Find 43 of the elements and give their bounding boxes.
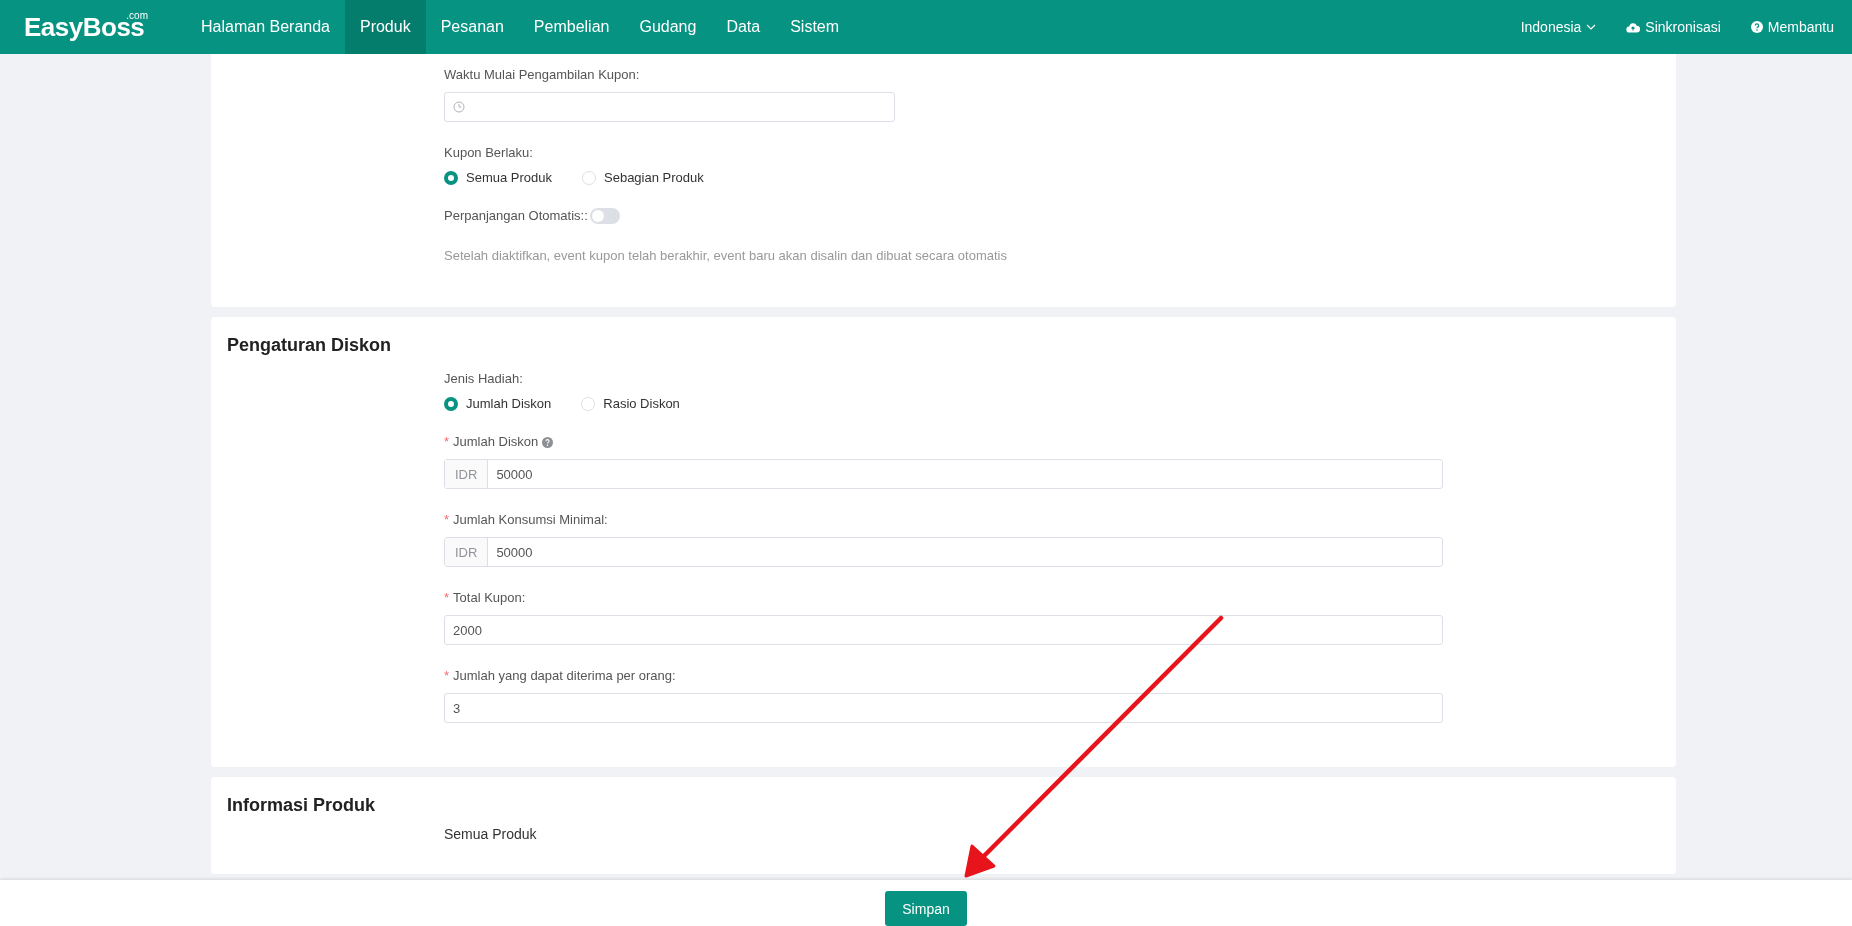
nav-tab[interactable]: Produk (344, 0, 426, 54)
input-field[interactable]: IDR 50000 (444, 537, 1443, 567)
required-mark: * (444, 667, 450, 685)
field-label: Jenis Hadiah: (444, 370, 523, 388)
nav-tab[interactable]: Gudang (624, 0, 712, 54)
nav-tab[interactable]: Sistem (775, 0, 855, 54)
clock-icon (453, 101, 465, 113)
toggle-switch[interactable] (589, 208, 620, 224)
radio-option[interactable]: Sebagian Produk (582, 170, 704, 185)
field-label: Jumlah yang dapat diterima per orang: (453, 667, 676, 685)
help-link[interactable]: Membantu (1750, 19, 1834, 35)
input-field[interactable]: 3 (444, 693, 1443, 723)
field-label: Jumlah Diskon (453, 433, 539, 451)
save-button[interactable]: Simpan (885, 891, 967, 926)
nav-tab[interactable]: Halaman Beranda (186, 0, 345, 54)
nav-tab[interactable]: Pembelian (518, 0, 625, 54)
sync-link[interactable]: Sinkronisasi (1626, 19, 1721, 35)
field-label: Total Kupon: (453, 589, 526, 607)
required-mark: * (444, 511, 450, 529)
help-icon[interactable] (542, 436, 554, 448)
section-title: Informasi Produk (227, 795, 377, 816)
radio-option[interactable]: Jumlah Diskon (444, 396, 552, 411)
input-field[interactable]: IDR 50000 (444, 459, 1443, 489)
nav-tab[interactable]: Data (711, 0, 776, 54)
cloud-icon (1626, 21, 1641, 33)
language-dropdown[interactable]: Indonesia (1520, 19, 1597, 35)
required-mark: * (444, 433, 450, 451)
required-mark: * (444, 589, 450, 607)
radio-option[interactable]: Rasio Diskon (581, 396, 680, 411)
input-field[interactable]: 2000 (444, 615, 1443, 645)
help-icon (1750, 21, 1763, 33)
nav-tab[interactable]: Pesanan (425, 0, 519, 54)
field-label: Perpanjangan Otomatis:: (444, 207, 588, 225)
field-label: Kupon Berlaku: (444, 144, 533, 162)
field-label: Jumlah Konsumsi Minimal: (453, 511, 608, 529)
caret-icon (1586, 24, 1597, 30)
section-title: Pengaturan Diskon (227, 335, 393, 356)
product-scope-text: Semua Produk (444, 826, 538, 842)
logo[interactable]: EasyBoss .com (0, 0, 186, 54)
time-field[interactable] (444, 92, 895, 122)
field-label: Waktu Mulai Pengambilan Kupon: (444, 66, 640, 84)
radio-option[interactable]: Semua Produk (444, 170, 552, 185)
hint-text: Setelah diaktifkan, event kupon telah berakhir, event baru akan disalin dan dibuat secara otomatis (444, 247, 1008, 265)
